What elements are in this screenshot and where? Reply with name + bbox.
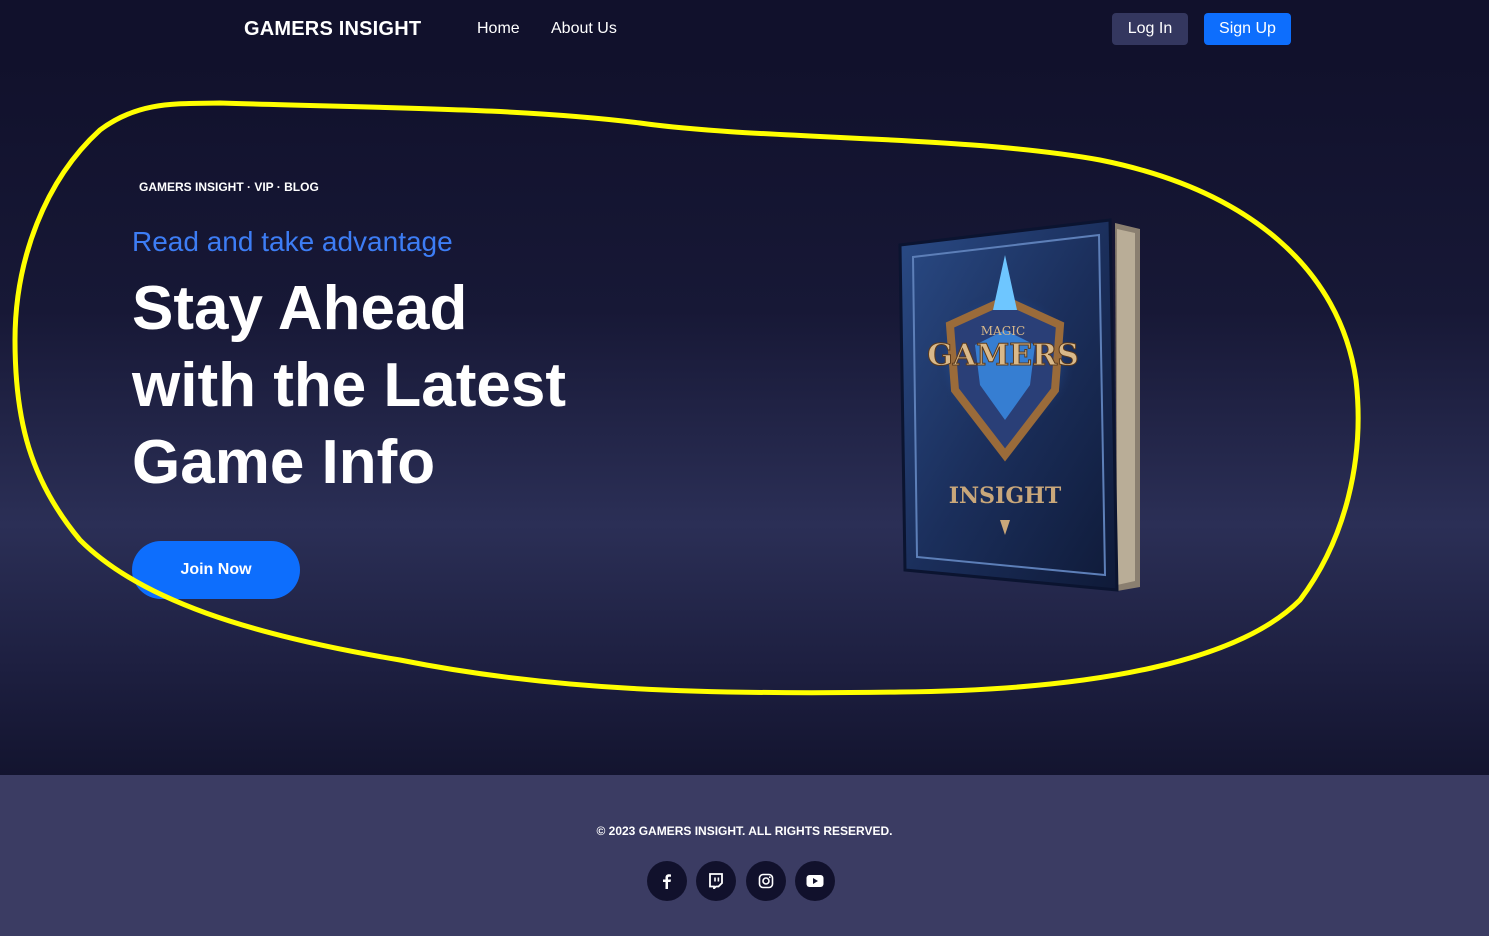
book-image: MAGIC GAMERS INSIGHT <box>898 218 1140 592</box>
footer: © 2023 GAMERS INSIGHT. ALL RIGHTS RESERV… <box>0 775 1489 936</box>
headline-line: Game Info <box>132 428 436 497</box>
twitch-icon[interactable] <box>696 861 736 901</box>
hero-eyebrow: GAMERS INSIGHT · VIP · BLOG <box>139 180 319 194</box>
book-title: GAMERS <box>927 338 1079 373</box>
brand-logo[interactable]: GAMERS INSIGHT <box>244 18 421 41</box>
hero-section: GAMERS INSIGHT · VIP · BLOG Read and tak… <box>0 60 1489 775</box>
book-subtitle: INSIGHT <box>949 483 1062 509</box>
signup-button[interactable]: Sign Up <box>1204 13 1291 45</box>
facebook-icon[interactable] <box>647 861 687 901</box>
login-button[interactable]: Log In <box>1112 13 1188 45</box>
book-top-text: MAGIC <box>981 324 1025 338</box>
nav-link-home[interactable]: Home <box>477 20 520 38</box>
nav-link-about-us[interactable]: About Us <box>551 20 617 38</box>
join-now-button[interactable]: Join Now <box>132 541 300 599</box>
headline-line: Stay Ahead <box>132 274 468 343</box>
navbar: GAMERS INSIGHT Home About Us Log In Sign… <box>0 0 1489 60</box>
instagram-icon[interactable] <box>746 861 786 901</box>
hero-tagline: Read and take advantage <box>132 226 453 257</box>
youtube-icon[interactable] <box>795 861 835 901</box>
hero-headline: Stay Ahead with the Latest Game Info <box>132 270 652 501</box>
headline-line: with the Latest <box>132 351 567 420</box>
book-illustration: MAGIC GAMERS INSIGHT <box>895 215 1145 595</box>
copyright-text: © 2023 GAMERS INSIGHT. ALL RIGHTS RESERV… <box>596 824 893 838</box>
